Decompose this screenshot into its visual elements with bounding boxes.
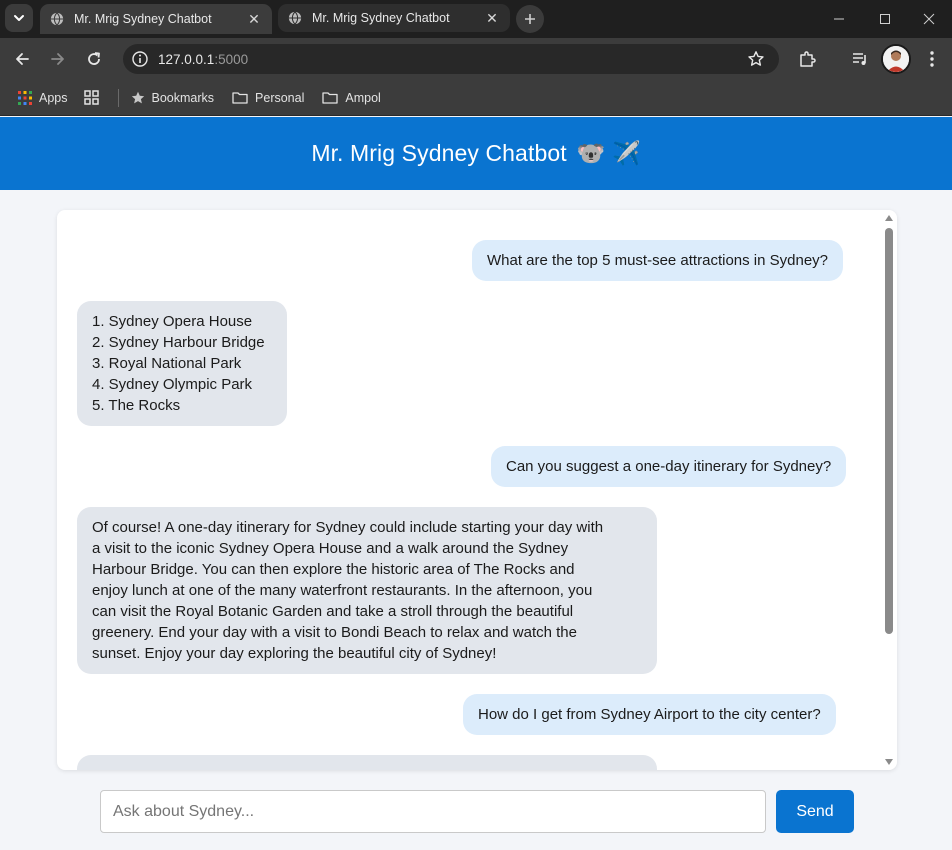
media-controls-button[interactable] (848, 47, 872, 71)
folder-icon (232, 92, 248, 104)
minimize-icon (834, 18, 844, 20)
tab-search-button[interactable] (5, 4, 33, 32)
arrow-left-icon (16, 53, 29, 65)
page-title: Mr. Mrig Sydney Chatbot 🐨 ✈️ (311, 140, 640, 167)
message-input[interactable] (101, 791, 765, 832)
bookmark-star-icon[interactable] (747, 50, 765, 68)
tab-groups-button[interactable] (80, 86, 110, 110)
avatar-icon (883, 46, 909, 72)
app-header: Mr. Mrig Sydney Chatbot 🐨 ✈️ (0, 117, 952, 190)
maximize-icon (880, 14, 890, 24)
globe-icon (288, 11, 302, 25)
bookmark-bookmarks[interactable]: Bookmarks (127, 86, 219, 110)
url-host: 127.0.0.1 (158, 51, 215, 67)
bookmark-label: Apps (39, 90, 68, 105)
bot-message: Of course! A one-day itinerary for Sydne… (77, 507, 657, 674)
grid-icon (83, 90, 99, 105)
chat-messages-panel[interactable] (57, 210, 897, 770)
browser-menu-button[interactable] (920, 47, 944, 71)
browser-tab-bar: Mr. Mrig Sydney Chatbot ✕ Mr. Mrig Sydne… (0, 0, 952, 38)
bookmark-label: Ampol (345, 90, 381, 105)
extensions-button[interactable] (795, 47, 819, 71)
bot-message: 1. Sydney Opera House 2. Sydney Harbour … (77, 301, 287, 426)
apps-grid-icon (18, 90, 32, 105)
bookmark-label: Personal (255, 90, 305, 105)
site-info-icon[interactable] (131, 50, 149, 68)
bookmark-label: Bookmarks (151, 90, 215, 105)
browser-toolbar: 127.0.0.1:5000 (0, 38, 952, 80)
user-message: Can you suggest a one-day itinerary for … (491, 446, 847, 487)
bookmark-separator (117, 88, 119, 107)
user-message: What are the top 5 must-see attractions … (472, 240, 844, 281)
minimize-button[interactable] (816, 0, 862, 38)
maximize-button[interactable] (862, 0, 908, 38)
globe-icon (50, 12, 64, 26)
folder-icon (322, 92, 339, 104)
browser-tab-active[interactable]: Mr. Mrig Sydney Chatbot ✕ (40, 4, 272, 34)
star-icon (131, 91, 144, 103)
playlist-icon (853, 53, 866, 65)
message-input-wrapper (100, 790, 766, 833)
close-icon (923, 13, 935, 25)
plus-icon (525, 14, 535, 24)
tab-title: Mr. Mrig Sydney Chatbot (74, 12, 212, 26)
bookmark-ampol[interactable]: Ampol (318, 86, 384, 110)
address-bar[interactable]: 127.0.0.1:5000 (123, 44, 779, 74)
tab-title: Mr. Mrig Sydney Chatbot (312, 11, 450, 25)
chevron-down-icon (14, 15, 24, 21)
scroll-up-arrow-icon[interactable] (884, 214, 894, 222)
reload-button[interactable] (82, 47, 106, 71)
reload-icon (88, 52, 100, 65)
url-port: :5000 (214, 51, 249, 67)
more-vertical-icon (930, 51, 934, 67)
bookmark-apps[interactable]: Apps (14, 86, 72, 110)
title-emoji: 🐨 ✈️ (576, 140, 641, 166)
close-tab-icon[interactable]: ✕ (484, 10, 500, 26)
scroll-down-arrow-icon[interactable] (884, 758, 894, 766)
browser-tab-inactive[interactable]: Mr. Mrig Sydney Chatbot ✕ (278, 4, 510, 32)
send-button[interactable]: Send (776, 790, 854, 833)
bookmarks-bar: Apps Bookmarks Personal Ampol (0, 80, 952, 116)
arrow-right-icon (51, 53, 64, 65)
bot-message-partial (77, 755, 657, 770)
url-text: 127.0.0.1:5000 (158, 52, 248, 67)
bookmark-personal[interactable]: Personal (228, 86, 308, 110)
new-tab-button[interactable] (516, 5, 544, 33)
puzzle-icon (800, 51, 816, 67)
profile-avatar[interactable] (881, 44, 911, 74)
user-message: How do I get from Sydney Airport to the … (463, 694, 836, 735)
back-button[interactable] (10, 47, 34, 71)
close-tab-icon[interactable]: ✕ (246, 11, 262, 27)
scrollbar-thumb[interactable] (885, 228, 893, 634)
forward-button[interactable] (46, 47, 70, 71)
page-title-text: Mr. Mrig Sydney Chatbot (311, 140, 567, 166)
close-window-button[interactable] (906, 0, 952, 38)
